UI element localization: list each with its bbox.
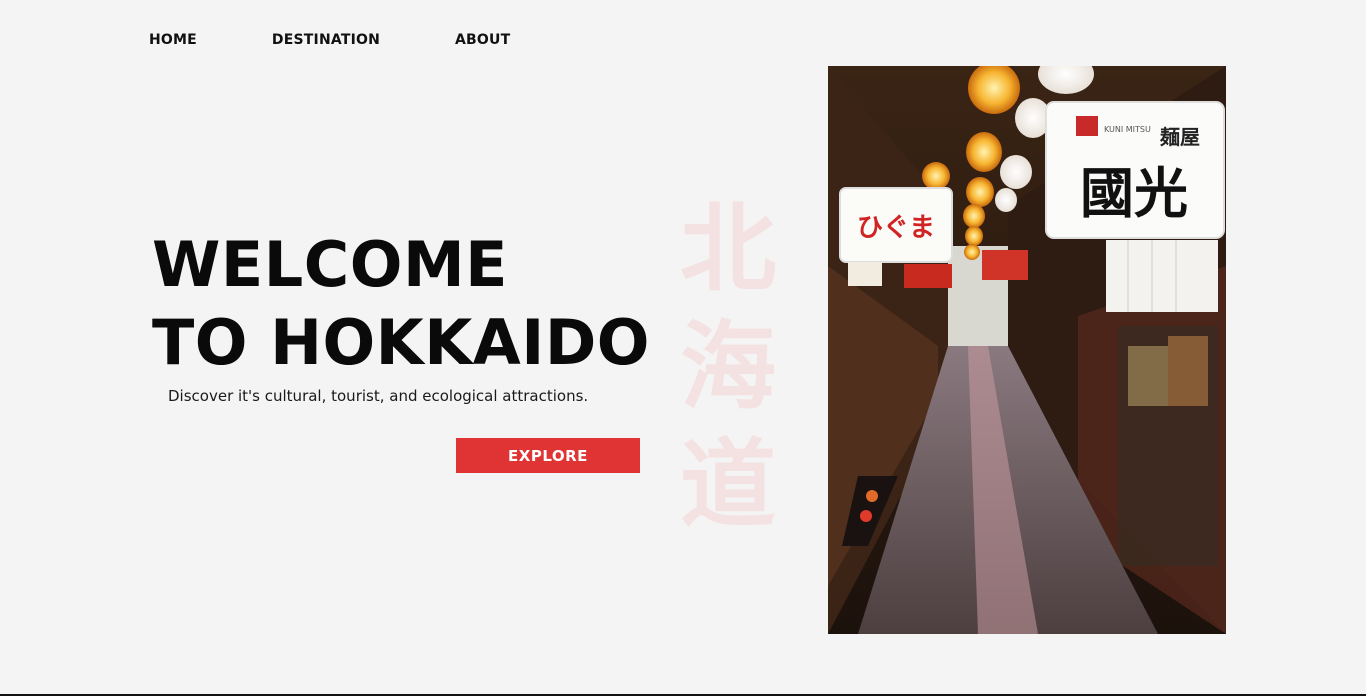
nav-home-link[interactable]: HOME bbox=[149, 32, 197, 48]
kanji-char-2: 海 bbox=[680, 311, 776, 423]
hero-title-line1: WELCOME bbox=[152, 228, 509, 301]
kanji-watermark: 北 海 道 bbox=[678, 190, 778, 544]
explore-button[interactable]: EXPLORE bbox=[456, 438, 640, 473]
photo-sign-brand: KUNI MITSU bbox=[1104, 125, 1151, 134]
photo-sign-left: ひぐま bbox=[857, 213, 935, 243]
page: HOME DESTINATION ABOUT WELCOME TO HOKKAI… bbox=[0, 0, 1366, 696]
hero-title: WELCOME TO HOKKAIDO bbox=[152, 226, 650, 382]
top-nav: HOME DESTINATION ABOUT bbox=[149, 32, 510, 48]
kanji-char-3: 道 bbox=[680, 429, 776, 541]
hero-subtitle: Discover it's cultural, tourist, and eco… bbox=[168, 387, 589, 405]
nav-destination-link[interactable]: DESTINATION bbox=[272, 32, 380, 48]
hero-title-line2: TO HOKKAIDO bbox=[152, 306, 650, 379]
alley-photo: ひぐま KUNI MITSU 麺屋 國光 bbox=[828, 66, 1226, 634]
photo-sign-shop: 麺屋 bbox=[1159, 125, 1200, 149]
photo-sign-main: 國光 bbox=[1080, 162, 1188, 225]
kanji-char-1: 北 bbox=[680, 193, 776, 305]
nav-about-link[interactable]: ABOUT bbox=[455, 32, 510, 48]
